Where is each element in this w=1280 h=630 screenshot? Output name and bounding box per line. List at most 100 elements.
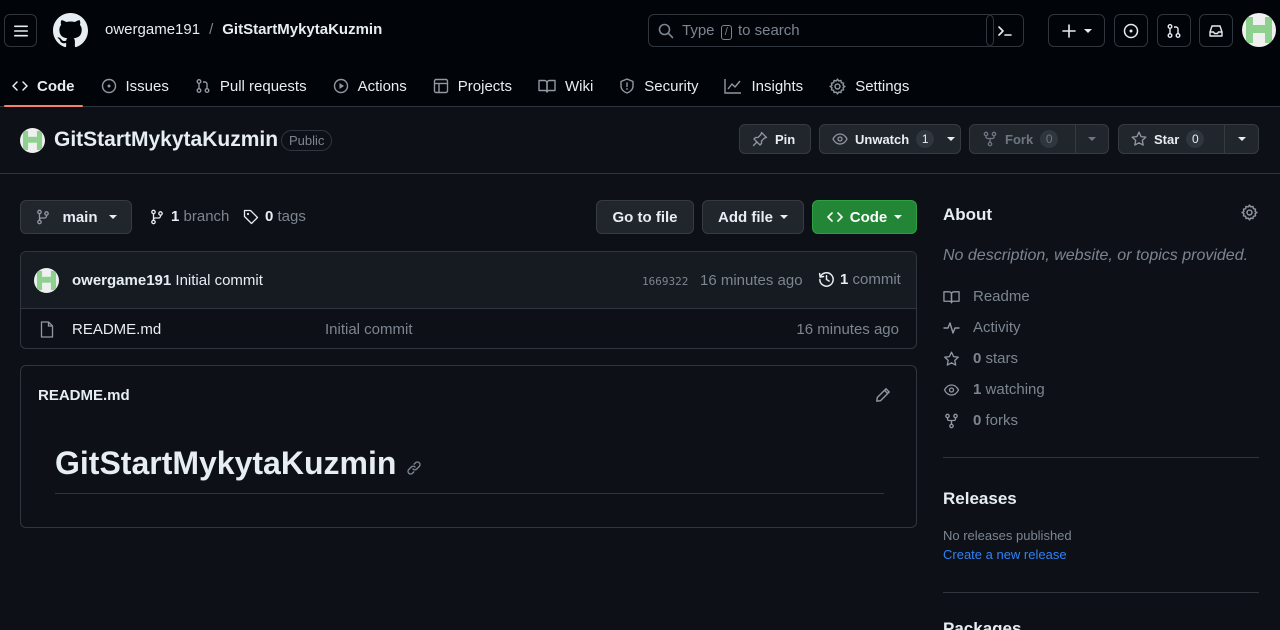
- commit-author[interactable]: owergame191: [72, 272, 171, 289]
- fork-dropdown[interactable]: [1075, 125, 1108, 153]
- tab-settings[interactable]: Settings: [829, 65, 909, 107]
- issues-button[interactable]: [1114, 14, 1148, 47]
- releases-heading[interactable]: Releases: [943, 489, 1017, 509]
- hamburger-icon: [13, 25, 28, 36]
- branch-icon: [151, 209, 163, 224]
- search-shortcut-key: /: [720, 24, 732, 40]
- breadcrumb: owergame191 / GitStartMykytaKuzmin: [105, 21, 382, 38]
- chevron-down-icon[interactable]: [947, 137, 956, 141]
- file-table: owergame191 Initial commit 1669322 16 mi…: [20, 251, 917, 349]
- issue-icon: [101, 78, 116, 94]
- link-icon[interactable]: [406, 460, 422, 476]
- file-commit-message[interactable]: Initial commit: [325, 321, 413, 338]
- chevron-down-icon: [1083, 28, 1092, 33]
- search-input[interactable]: Type / to search: [648, 14, 994, 47]
- pin-button[interactable]: Pin: [739, 124, 811, 154]
- eye-icon: [832, 133, 848, 145]
- watch-counter: 1: [916, 130, 935, 148]
- inbox-button[interactable]: [1199, 14, 1233, 47]
- tab-label: Code: [37, 77, 75, 95]
- branch-selector[interactable]: main: [20, 200, 132, 234]
- watch-label: Unwatch: [855, 131, 910, 147]
- user-avatar[interactable]: [1242, 13, 1276, 47]
- create-release-link[interactable]: Create a new release: [943, 547, 1067, 562]
- tags-link[interactable]: 0 tags: [243, 208, 306, 225]
- stars-word: stars: [985, 350, 1019, 367]
- global-header: owergame191 / GitStartMykytaKuzmin Type …: [0, 0, 1280, 107]
- github-logo-icon[interactable]: [53, 13, 88, 48]
- tab-security[interactable]: Security: [619, 65, 698, 107]
- commit-word: commit: [852, 271, 901, 288]
- tab-insights[interactable]: Insights: [724, 65, 803, 107]
- fork-button[interactable]: Fork 0: [969, 124, 1109, 154]
- packages-heading[interactable]: Packages: [943, 619, 1021, 630]
- repo-tabs: Code Issues Pull requests Actions Projec…: [0, 65, 1280, 107]
- stars-link[interactable]: 0 stars: [943, 350, 1018, 367]
- pull-request-icon: [1167, 23, 1181, 38]
- book-icon: [943, 290, 960, 303]
- breadcrumb-separator: /: [209, 21, 214, 38]
- search-icon: [658, 23, 674, 38]
- command-palette-button[interactable]: [986, 14, 1024, 47]
- book-icon: [538, 79, 556, 93]
- tab-label: Insights: [751, 77, 804, 95]
- file-row[interactable]: README.md Initial commit 16 minutes ago: [21, 309, 916, 348]
- commit-hash[interactable]: 1669322: [642, 275, 688, 288]
- create-new-button[interactable]: [1048, 14, 1105, 47]
- star-icon: [944, 351, 959, 366]
- menu-button[interactable]: [4, 14, 37, 47]
- forks-count: 0: [973, 412, 982, 429]
- tab-projects[interactable]: Projects: [433, 65, 512, 107]
- watching-count: 1: [973, 381, 982, 398]
- tab-code[interactable]: Code: [4, 65, 82, 107]
- gear-icon[interactable]: [1241, 204, 1258, 221]
- issue-icon: [1123, 23, 1139, 38]
- forks-link[interactable]: 0 forks: [943, 412, 1018, 429]
- inbox-icon: [1209, 24, 1223, 37]
- tab-label: Pull requests: [219, 77, 307, 95]
- fork-icon: [983, 131, 997, 147]
- star-dropdown[interactable]: [1224, 125, 1258, 153]
- tab-actions[interactable]: Actions: [333, 65, 407, 107]
- repo-title[interactable]: GitStartMykytaKuzmin: [54, 128, 278, 152]
- code-button[interactable]: Code: [812, 200, 917, 234]
- add-file-button[interactable]: Add file: [702, 200, 804, 234]
- owner-link[interactable]: owergame191: [105, 21, 200, 38]
- star-label: Star: [1154, 131, 1180, 147]
- readme-filename[interactable]: README.md: [38, 387, 130, 404]
- gear-icon: [829, 77, 846, 95]
- readme-link[interactable]: Readme: [943, 288, 1030, 305]
- watch-button[interactable]: Unwatch 1: [819, 124, 961, 154]
- activity-link[interactable]: Activity: [943, 319, 1021, 336]
- add-file-label: Add file: [718, 208, 773, 226]
- repo-link[interactable]: GitStartMykytaKuzmin: [222, 21, 382, 38]
- commit-author-avatar[interactable]: [34, 268, 59, 293]
- about-description: No description, website, or topics provi…: [943, 247, 1249, 264]
- sidebar-divider: [943, 592, 1259, 593]
- tab-pull-requests[interactable]: Pull requests: [195, 65, 307, 107]
- code-icon: [12, 81, 28, 91]
- chevron-down-icon: [1237, 137, 1246, 141]
- file-name[interactable]: README.md: [72, 321, 161, 338]
- readme-link-label: Readme: [973, 288, 1030, 305]
- tab-wiki[interactable]: Wiki: [538, 65, 593, 107]
- owner-avatar[interactable]: [20, 128, 45, 153]
- shield-icon: [620, 78, 634, 94]
- branches-link[interactable]: 1 branch: [149, 208, 229, 225]
- commit-history-link[interactable]: 1 commit: [818, 271, 901, 288]
- activity-link-label: Activity: [973, 319, 1021, 336]
- table-icon: [433, 78, 448, 94]
- go-to-file-button[interactable]: Go to file: [596, 200, 694, 234]
- graph-icon: [724, 79, 742, 94]
- pencil-icon[interactable]: [875, 387, 891, 403]
- pin-label: Pin: [775, 131, 796, 147]
- no-releases-text: No releases published: [943, 528, 1072, 543]
- star-button[interactable]: Star 0: [1118, 124, 1259, 154]
- play-icon: [333, 78, 348, 94]
- tab-issues[interactable]: Issues: [101, 65, 169, 107]
- forks-word: forks: [985, 412, 1019, 429]
- pull-requests-button[interactable]: [1157, 14, 1191, 47]
- watchers-link[interactable]: 1 watching: [943, 381, 1045, 398]
- commit-message[interactable]: Initial commit: [175, 272, 263, 289]
- branch-name: main: [62, 208, 98, 226]
